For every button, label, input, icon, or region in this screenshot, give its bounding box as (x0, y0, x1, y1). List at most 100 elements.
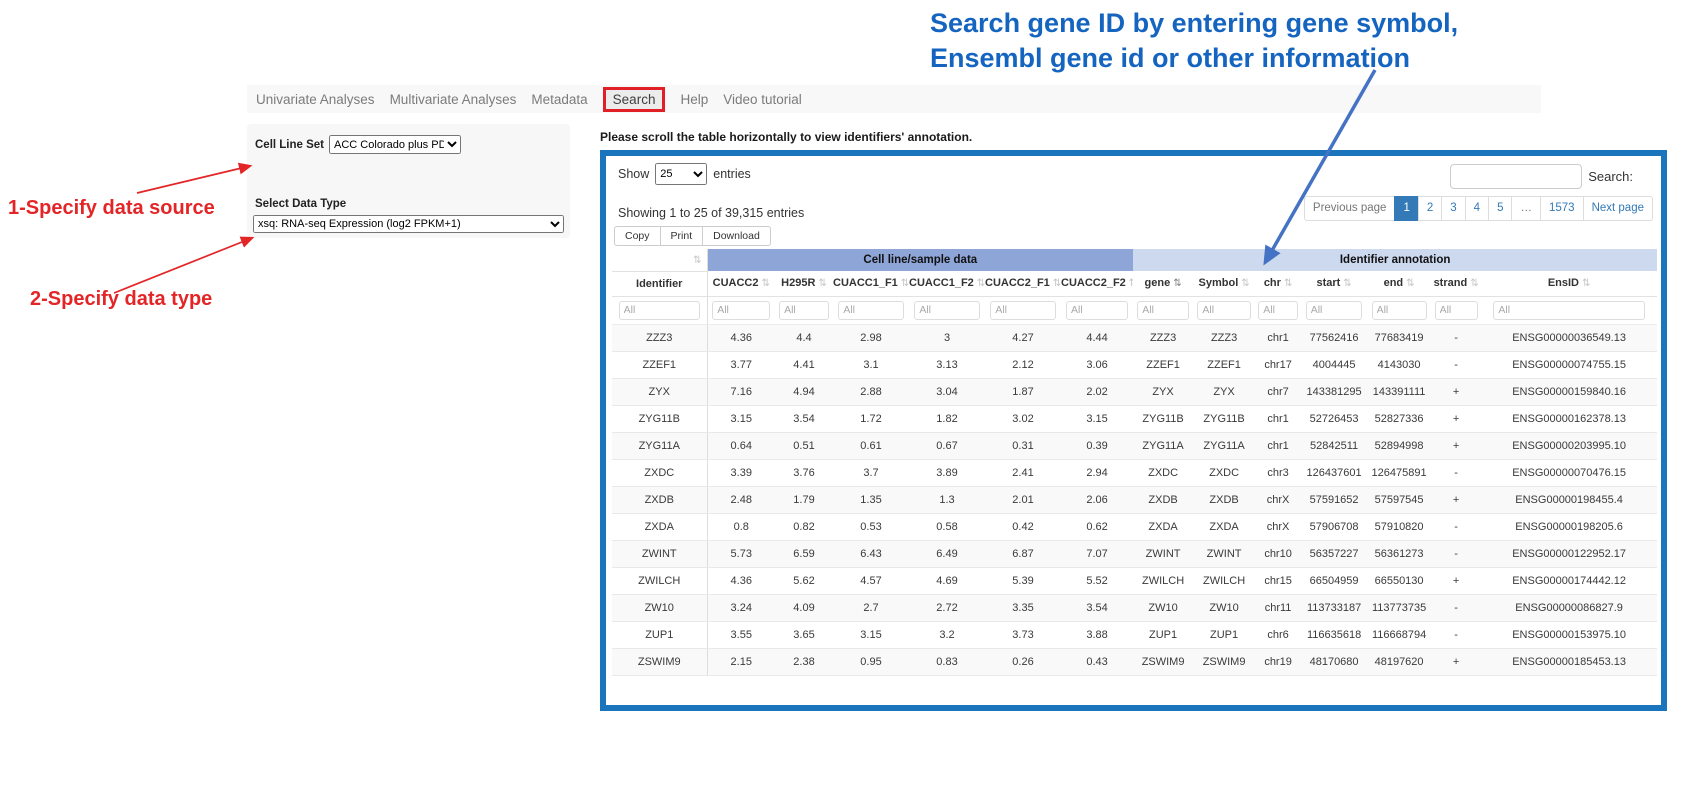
column-header-cuacc1-f1[interactable]: CUACC1_F1⇅ (833, 271, 909, 296)
column-header-gene[interactable]: gene⇅ (1133, 271, 1193, 296)
column-header-end[interactable]: end⇅ (1367, 271, 1431, 296)
group-header-row: ⇅Cell line/sample dataIdentifier annotat… (612, 249, 1657, 271)
nav-item-metadata[interactable]: Metadata (531, 92, 587, 107)
column-header-cuacc2[interactable]: CUACC2⇅ (707, 271, 775, 296)
nav-item-univariate-analyses[interactable]: Univariate Analyses (256, 92, 375, 107)
table-row: ZZEF13.774.413.13.132.123.06ZZEF1ZZEF1ch… (612, 351, 1657, 378)
filter-input-cuacc2-f2[interactable] (1066, 301, 1128, 320)
scroll-note: Please scroll the table horizontally to … (600, 130, 972, 144)
cell: 66504959 (1301, 567, 1367, 594)
filter-cell-cuacc2-f1 (985, 296, 1061, 324)
page-button-3[interactable]: 3 (1441, 196, 1465, 221)
page-button-1[interactable]: 1 (1394, 196, 1418, 221)
cell: 4.36 (707, 567, 775, 594)
column-header-ensid[interactable]: EnsID⇅ (1481, 271, 1657, 296)
filter-input-identifier[interactable] (619, 301, 700, 320)
column-header-h295r[interactable]: H295R⇅ (775, 271, 833, 296)
sort-icon: ⇅ (693, 255, 701, 266)
data-type-select[interactable]: xsq: RNA-seq Expression (log2 FPKM+1) (253, 215, 564, 233)
red-arrow-1 (137, 166, 250, 193)
nav-item-search[interactable]: Search (603, 87, 666, 112)
nav-item-help[interactable]: Help (680, 92, 708, 107)
cell: ZXDA (1133, 513, 1193, 540)
filter-input-end[interactable] (1372, 301, 1427, 320)
column-header-label: CUACC2_F2 (1061, 277, 1126, 289)
filter-input-chr[interactable] (1258, 301, 1298, 320)
column-header-label: Identifier (636, 278, 682, 290)
cell: 3.15 (1061, 405, 1133, 432)
cell: 0.26 (985, 648, 1061, 675)
next-page-button[interactable]: Next page (1583, 196, 1653, 221)
table-row: ZYG11B3.153.541.721.823.023.15ZYG11BZYG1… (612, 405, 1657, 432)
search-input[interactable] (1450, 164, 1582, 189)
column-header-cuacc1-f2[interactable]: CUACC1_F2⇅ (909, 271, 985, 296)
filter-input-gene[interactable] (1137, 301, 1189, 320)
filter-input-strand[interactable] (1435, 301, 1478, 320)
print-button[interactable]: Print (660, 226, 704, 246)
cell: 57597545 (1367, 486, 1431, 513)
nav-item-video-tutorial[interactable]: Video tutorial (723, 92, 802, 107)
filter-input-start[interactable] (1306, 301, 1363, 320)
page-button-2[interactable]: 2 (1418, 196, 1442, 221)
cell-line-set-row: Cell Line Set ACC Colorado plus PDX (255, 135, 461, 154)
cell: ZYX (1133, 378, 1193, 405)
search-label: Search: (1588, 169, 1633, 184)
filter-cell-cuacc1-f2 (909, 296, 985, 324)
cell: ZZEF1 (1133, 351, 1193, 378)
search-annotation-line2: Ensembl gene id or other information (930, 41, 1458, 76)
column-header-start[interactable]: start⇅ (1301, 271, 1367, 296)
cell: 7.07 (1061, 540, 1133, 567)
filter-input-symbol[interactable] (1197, 301, 1250, 320)
filter-input-cuacc1-f1[interactable] (838, 301, 903, 320)
cell: 4.57 (833, 567, 909, 594)
cell: chrX (1255, 486, 1301, 513)
cell: chr19 (1255, 648, 1301, 675)
cell: 4.4 (775, 324, 833, 351)
cell: 6.49 (909, 540, 985, 567)
filter-input-cuacc2[interactable] (712, 301, 770, 320)
cell: 4004445 (1301, 351, 1367, 378)
column-header-cuacc2-f1[interactable]: CUACC2_F1⇅ (985, 271, 1061, 296)
sort-icon: ⇅ (977, 278, 985, 289)
copy-button[interactable]: Copy (614, 226, 661, 246)
filter-input-ensid[interactable] (1493, 301, 1644, 320)
cell: 3.02 (985, 405, 1061, 432)
cell: - (1431, 540, 1481, 567)
cell: ZYX (1193, 378, 1255, 405)
step1-annotation: 1-Specify data source (8, 197, 215, 220)
page-button-5[interactable]: 5 (1488, 196, 1512, 221)
cell: ENSG00000086827.9 (1481, 594, 1657, 621)
cell: ZWINT (1133, 540, 1193, 567)
column-header-cuacc2-f2[interactable]: CUACC2_F2⇅ (1061, 271, 1133, 296)
cell: 0.67 (909, 432, 985, 459)
page-button-4[interactable]: 4 (1465, 196, 1489, 221)
previous-page-button[interactable]: Previous page (1304, 196, 1396, 221)
cell: 0.83 (909, 648, 985, 675)
page-button-1573[interactable]: 1573 (1540, 196, 1584, 221)
cell: - (1431, 459, 1481, 486)
cell: 3.88 (1061, 621, 1133, 648)
identifier-sort-cell[interactable]: ⇅ (612, 249, 707, 271)
column-header-label: CUACC1_F2 (909, 277, 974, 289)
cell-line-set-select[interactable]: ACC Colorado plus PDX (329, 135, 461, 154)
cell: ZZEF1 (612, 351, 707, 378)
nav-item-multivariate-analyses[interactable]: Multivariate Analyses (390, 92, 517, 107)
cell: 4143030 (1367, 351, 1431, 378)
page-length-select[interactable]: 25 (655, 163, 707, 185)
filter-input-h295r[interactable] (779, 301, 829, 320)
cell: ENSG00000185453.13 (1481, 648, 1657, 675)
cell: 1.3 (909, 486, 985, 513)
column-header-row: Identifier CUACC2⇅H295R⇅CUACC1_F1⇅CUACC1_… (612, 271, 1657, 296)
column-header-chr[interactable]: chr⇅ (1255, 271, 1301, 296)
column-header-strand[interactable]: strand⇅ (1431, 271, 1481, 296)
cell: ZYG11A (1193, 432, 1255, 459)
column-header-label: chr (1264, 277, 1281, 289)
cell: 143381295 (1301, 378, 1367, 405)
filter-input-cuacc1-f2[interactable] (914, 301, 979, 320)
cell: ZYG11A (612, 432, 707, 459)
cell: ENSG00000198455.4 (1481, 486, 1657, 513)
filter-input-cuacc2-f1[interactable] (990, 301, 1055, 320)
column-header-identifier[interactable]: Identifier (612, 271, 707, 296)
download-button[interactable]: Download (702, 226, 771, 246)
column-header-symbol[interactable]: Symbol⇅ (1193, 271, 1255, 296)
